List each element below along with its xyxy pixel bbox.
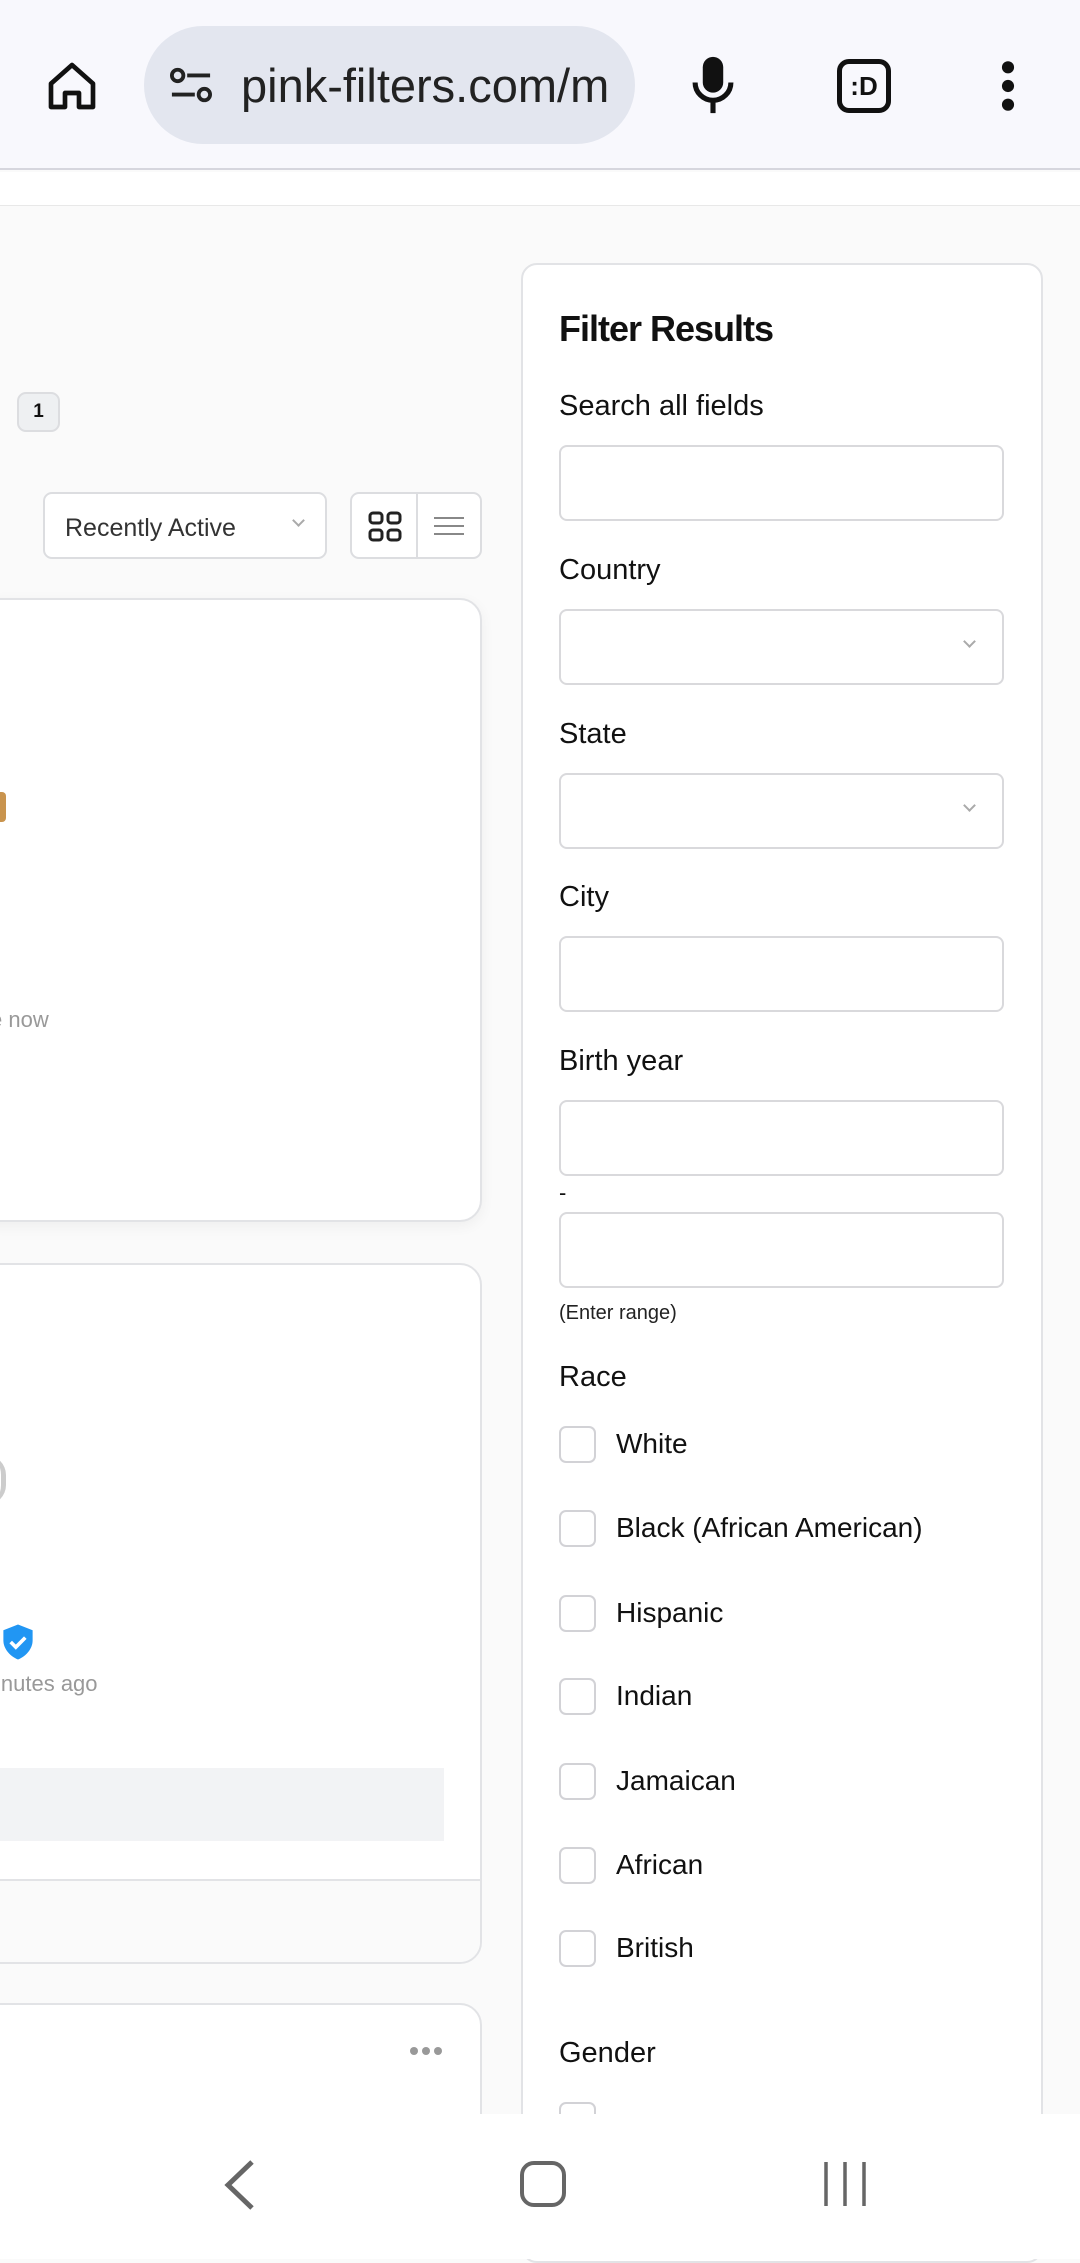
url-text: pink-filters.com/m bbox=[241, 59, 610, 112]
state-label: State bbox=[559, 718, 627, 750]
url-bar[interactable]: pink-filters.com/m bbox=[144, 26, 635, 144]
profile-card[interactable]: inutes ago bbox=[0, 1263, 482, 1964]
grid-view-icon[interactable] bbox=[367, 510, 403, 544]
profile-card[interactable]: e now bbox=[0, 598, 482, 1222]
race-option-label: Black (African American) bbox=[616, 1512, 923, 1543]
android-nav-bar bbox=[0, 2114, 1080, 2259]
avatar-edge bbox=[0, 792, 6, 822]
card-footer bbox=[0, 1879, 480, 1962]
mic-icon[interactable] bbox=[690, 54, 736, 116]
range-separator: - bbox=[559, 1180, 567, 1205]
birth-year-from-input[interactable] bbox=[559, 1100, 1004, 1176]
race-checkbox-british[interactable] bbox=[559, 1930, 596, 1967]
avatar-edge bbox=[0, 1455, 6, 1505]
page-header-strip bbox=[0, 172, 1080, 206]
filter-title: Filter Results bbox=[559, 308, 774, 349]
birth-year-to-input[interactable] bbox=[559, 1212, 1004, 1288]
chevron-down-icon bbox=[292, 514, 305, 527]
view-toggle bbox=[350, 492, 482, 559]
city-input[interactable] bbox=[559, 936, 1004, 1012]
sort-select[interactable]: Recently Active bbox=[43, 492, 327, 559]
race-checkbox-white[interactable] bbox=[559, 1426, 596, 1463]
browser-toolbar: pink-filters.com/m :D bbox=[0, 0, 1080, 170]
verified-badge-icon bbox=[3, 1624, 33, 1660]
race-option-label: White bbox=[616, 1428, 688, 1459]
gender-label: Gender bbox=[559, 2037, 656, 2069]
recents-icon[interactable] bbox=[822, 2160, 868, 2208]
search-input[interactable] bbox=[559, 445, 1004, 521]
chevron-down-icon bbox=[963, 635, 976, 648]
back-icon[interactable] bbox=[222, 2158, 258, 2212]
race-option-label: Jamaican bbox=[616, 1765, 736, 1796]
chevron-down-icon bbox=[963, 799, 976, 812]
race-option-label: Hispanic bbox=[616, 1597, 724, 1628]
city-label: City bbox=[559, 881, 609, 913]
race-checkbox-jamaican[interactable] bbox=[559, 1763, 596, 1800]
home-nav-icon[interactable] bbox=[520, 2161, 566, 2207]
race-label: Race bbox=[559, 1361, 627, 1393]
more-menu-icon[interactable] bbox=[996, 58, 1020, 114]
last-active: inutes ago bbox=[0, 1671, 98, 1696]
list-view-icon[interactable] bbox=[432, 514, 466, 538]
sort-value: Recently Active bbox=[65, 514, 236, 542]
race-checkbox-hispanic[interactable] bbox=[559, 1595, 596, 1632]
message-box[interactable] bbox=[0, 1768, 444, 1841]
state-select[interactable] bbox=[559, 773, 1004, 849]
site-settings-icon[interactable] bbox=[168, 64, 214, 106]
range-hint: (Enter range) bbox=[559, 1302, 677, 1324]
race-checkbox-indian[interactable] bbox=[559, 1678, 596, 1715]
count-badge: 1 bbox=[17, 392, 60, 432]
birth-year-label: Birth year bbox=[559, 1045, 684, 1077]
home-icon[interactable] bbox=[44, 58, 100, 114]
country-select[interactable] bbox=[559, 609, 1004, 685]
search-label: Search all fields bbox=[559, 390, 764, 422]
race-option-label: British bbox=[616, 1932, 694, 1963]
more-icon[interactable] bbox=[409, 2045, 443, 2057]
race-checkbox-african[interactable] bbox=[559, 1847, 596, 1884]
last-active: e now bbox=[0, 1007, 49, 1032]
race-option-label: Indian bbox=[616, 1680, 693, 1711]
extension-icon[interactable]: :D bbox=[837, 59, 891, 113]
race-checkbox-black[interactable] bbox=[559, 1510, 596, 1547]
country-label: Country bbox=[559, 554, 661, 586]
race-option-label: African bbox=[616, 1849, 704, 1880]
